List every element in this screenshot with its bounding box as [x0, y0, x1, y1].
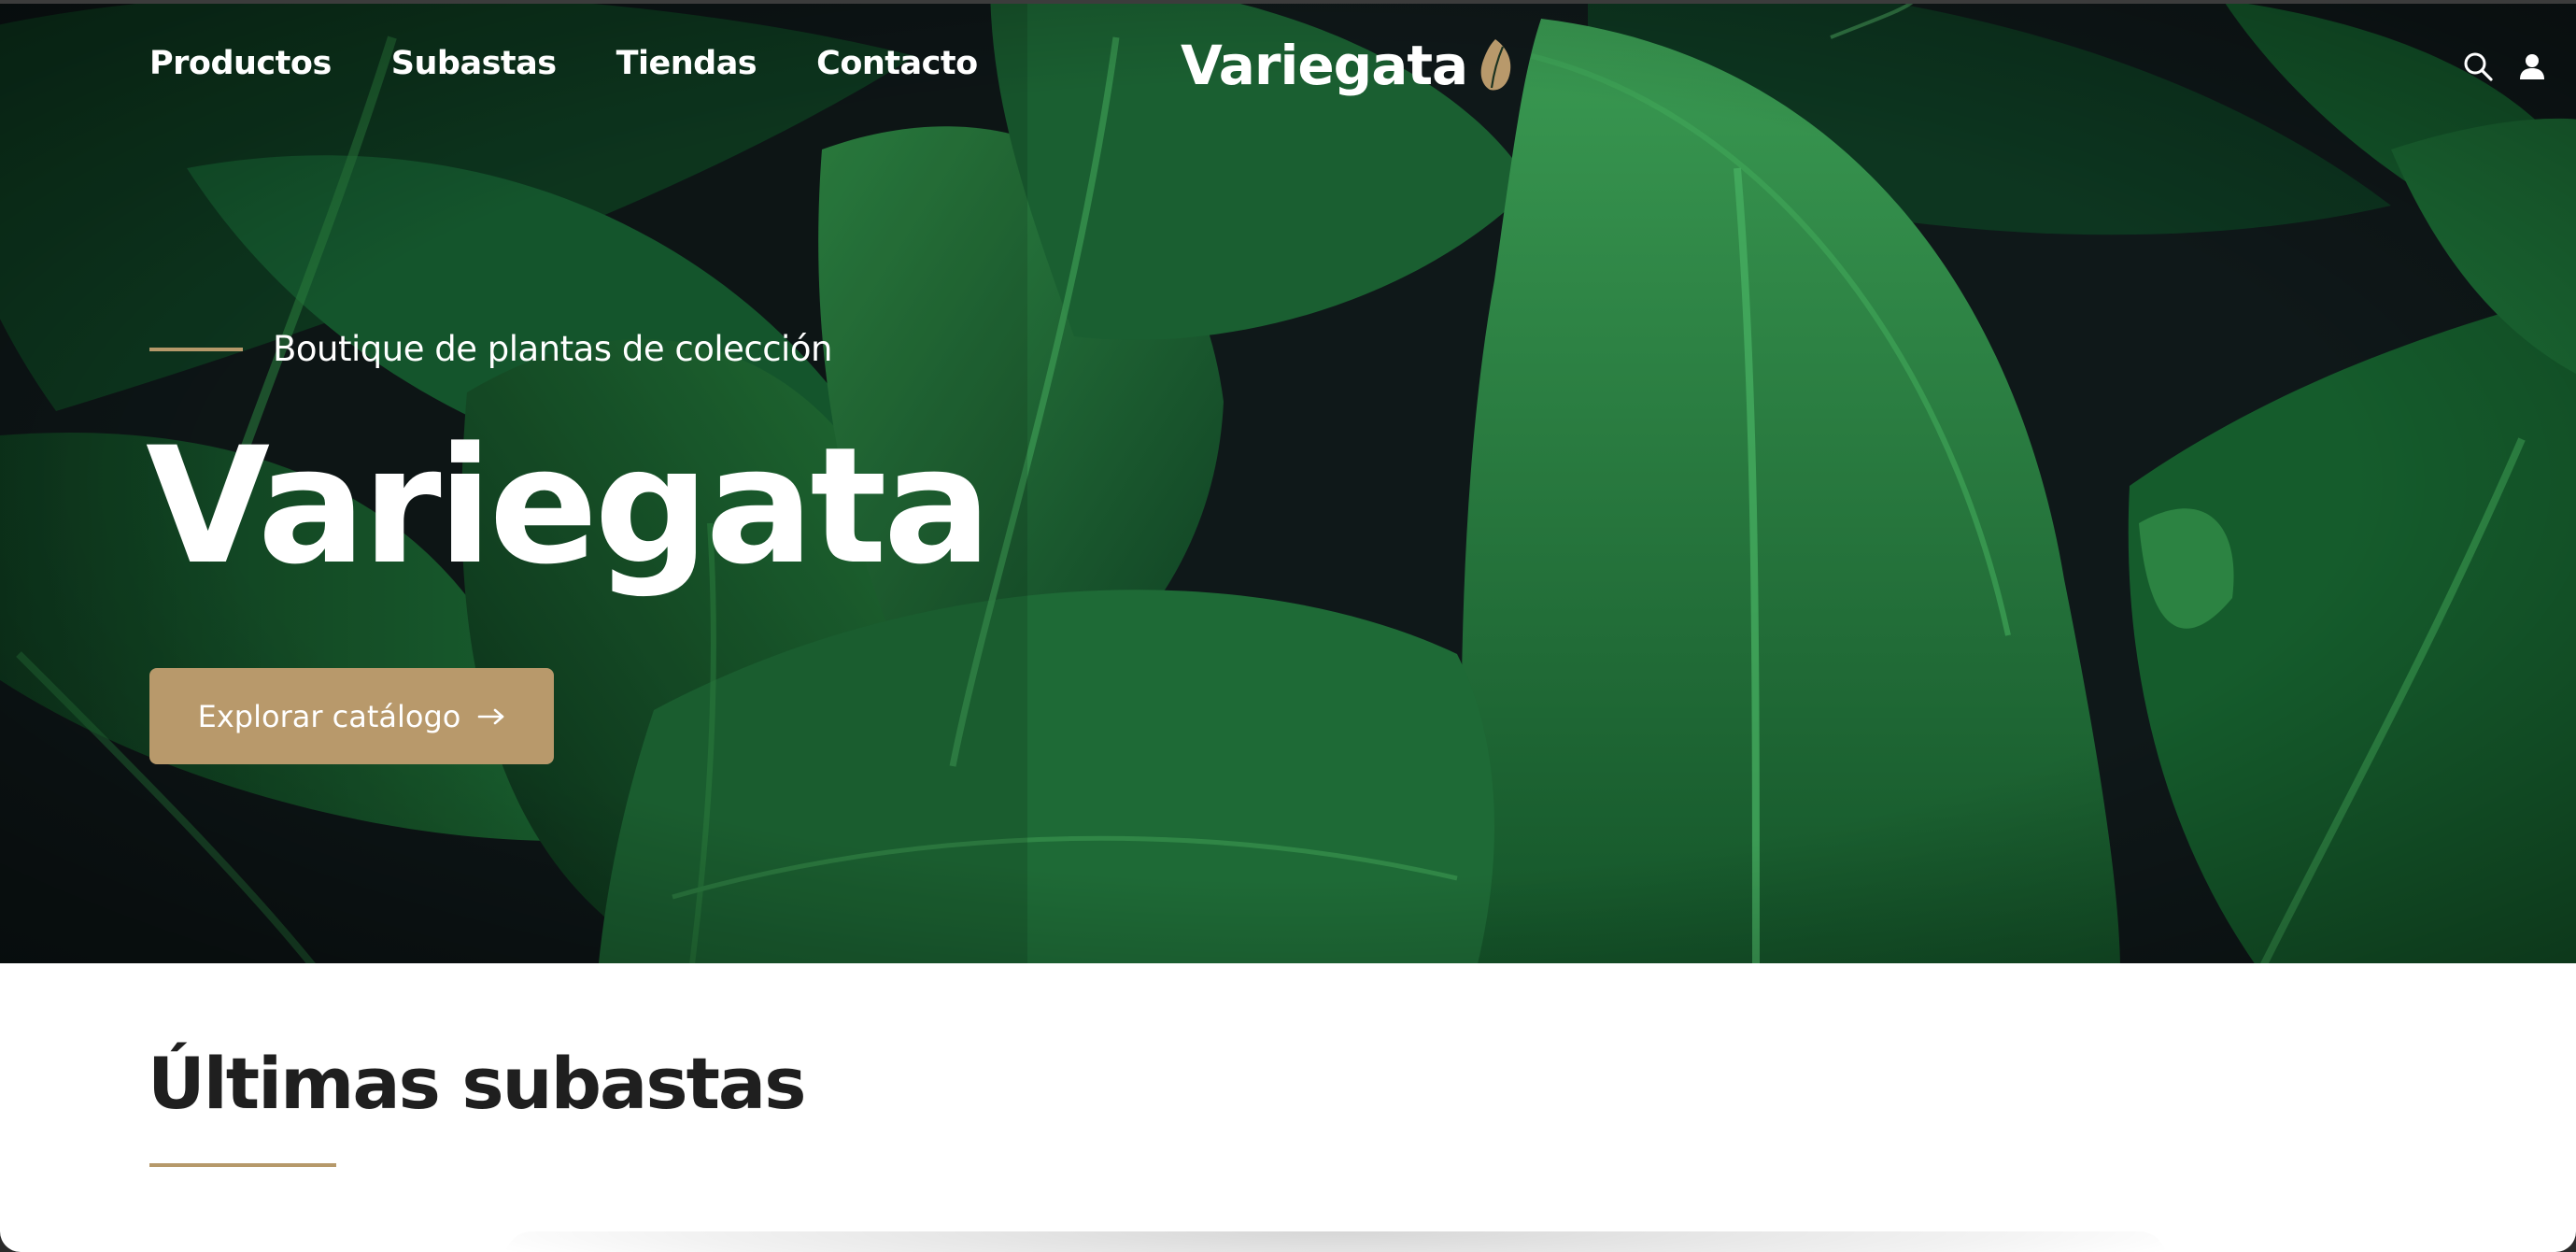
brand-logo[interactable]: Variegata: [1181, 34, 1516, 97]
nav-actions: [2462, 50, 2548, 82]
eyebrow-accent-line: [149, 347, 243, 351]
arrow-right-icon: [478, 708, 504, 724]
explore-catalog-button[interactable]: Explorar catálogo: [149, 668, 554, 764]
nav-link-subastas[interactable]: Subastas: [391, 45, 557, 82]
hero-title: Variegata: [146, 412, 992, 600]
explore-catalog-label: Explorar catálogo: [197, 698, 461, 734]
auction-card-shadow: [504, 1231, 2167, 1252]
section-title-underline: [149, 1163, 336, 1167]
user-icon[interactable]: [2516, 50, 2548, 82]
hero-eyebrow: Boutique de plantas de colección: [149, 329, 832, 369]
nav-link-tiendas[interactable]: Tiendas: [616, 45, 757, 82]
hero-section: Productos Subastas Tiendas Contacto Vari…: [0, 0, 2576, 963]
browser-window: Productos Subastas Tiendas Contacto Vari…: [0, 0, 2576, 1252]
main-nav: Productos Subastas Tiendas Contacto: [149, 45, 978, 82]
search-icon[interactable]: [2462, 50, 2494, 82]
leaf-icon: [1480, 39, 1511, 91]
brand-name: Variegata: [1181, 34, 1468, 97]
section-title: Últimas subastas: [148, 1042, 806, 1125]
hero-subtitle: Boutique de plantas de colección: [273, 329, 832, 369]
nav-link-contacto[interactable]: Contacto: [816, 45, 978, 82]
nav-link-productos[interactable]: Productos: [149, 45, 332, 82]
window-top-edge: [0, 0, 2576, 4]
